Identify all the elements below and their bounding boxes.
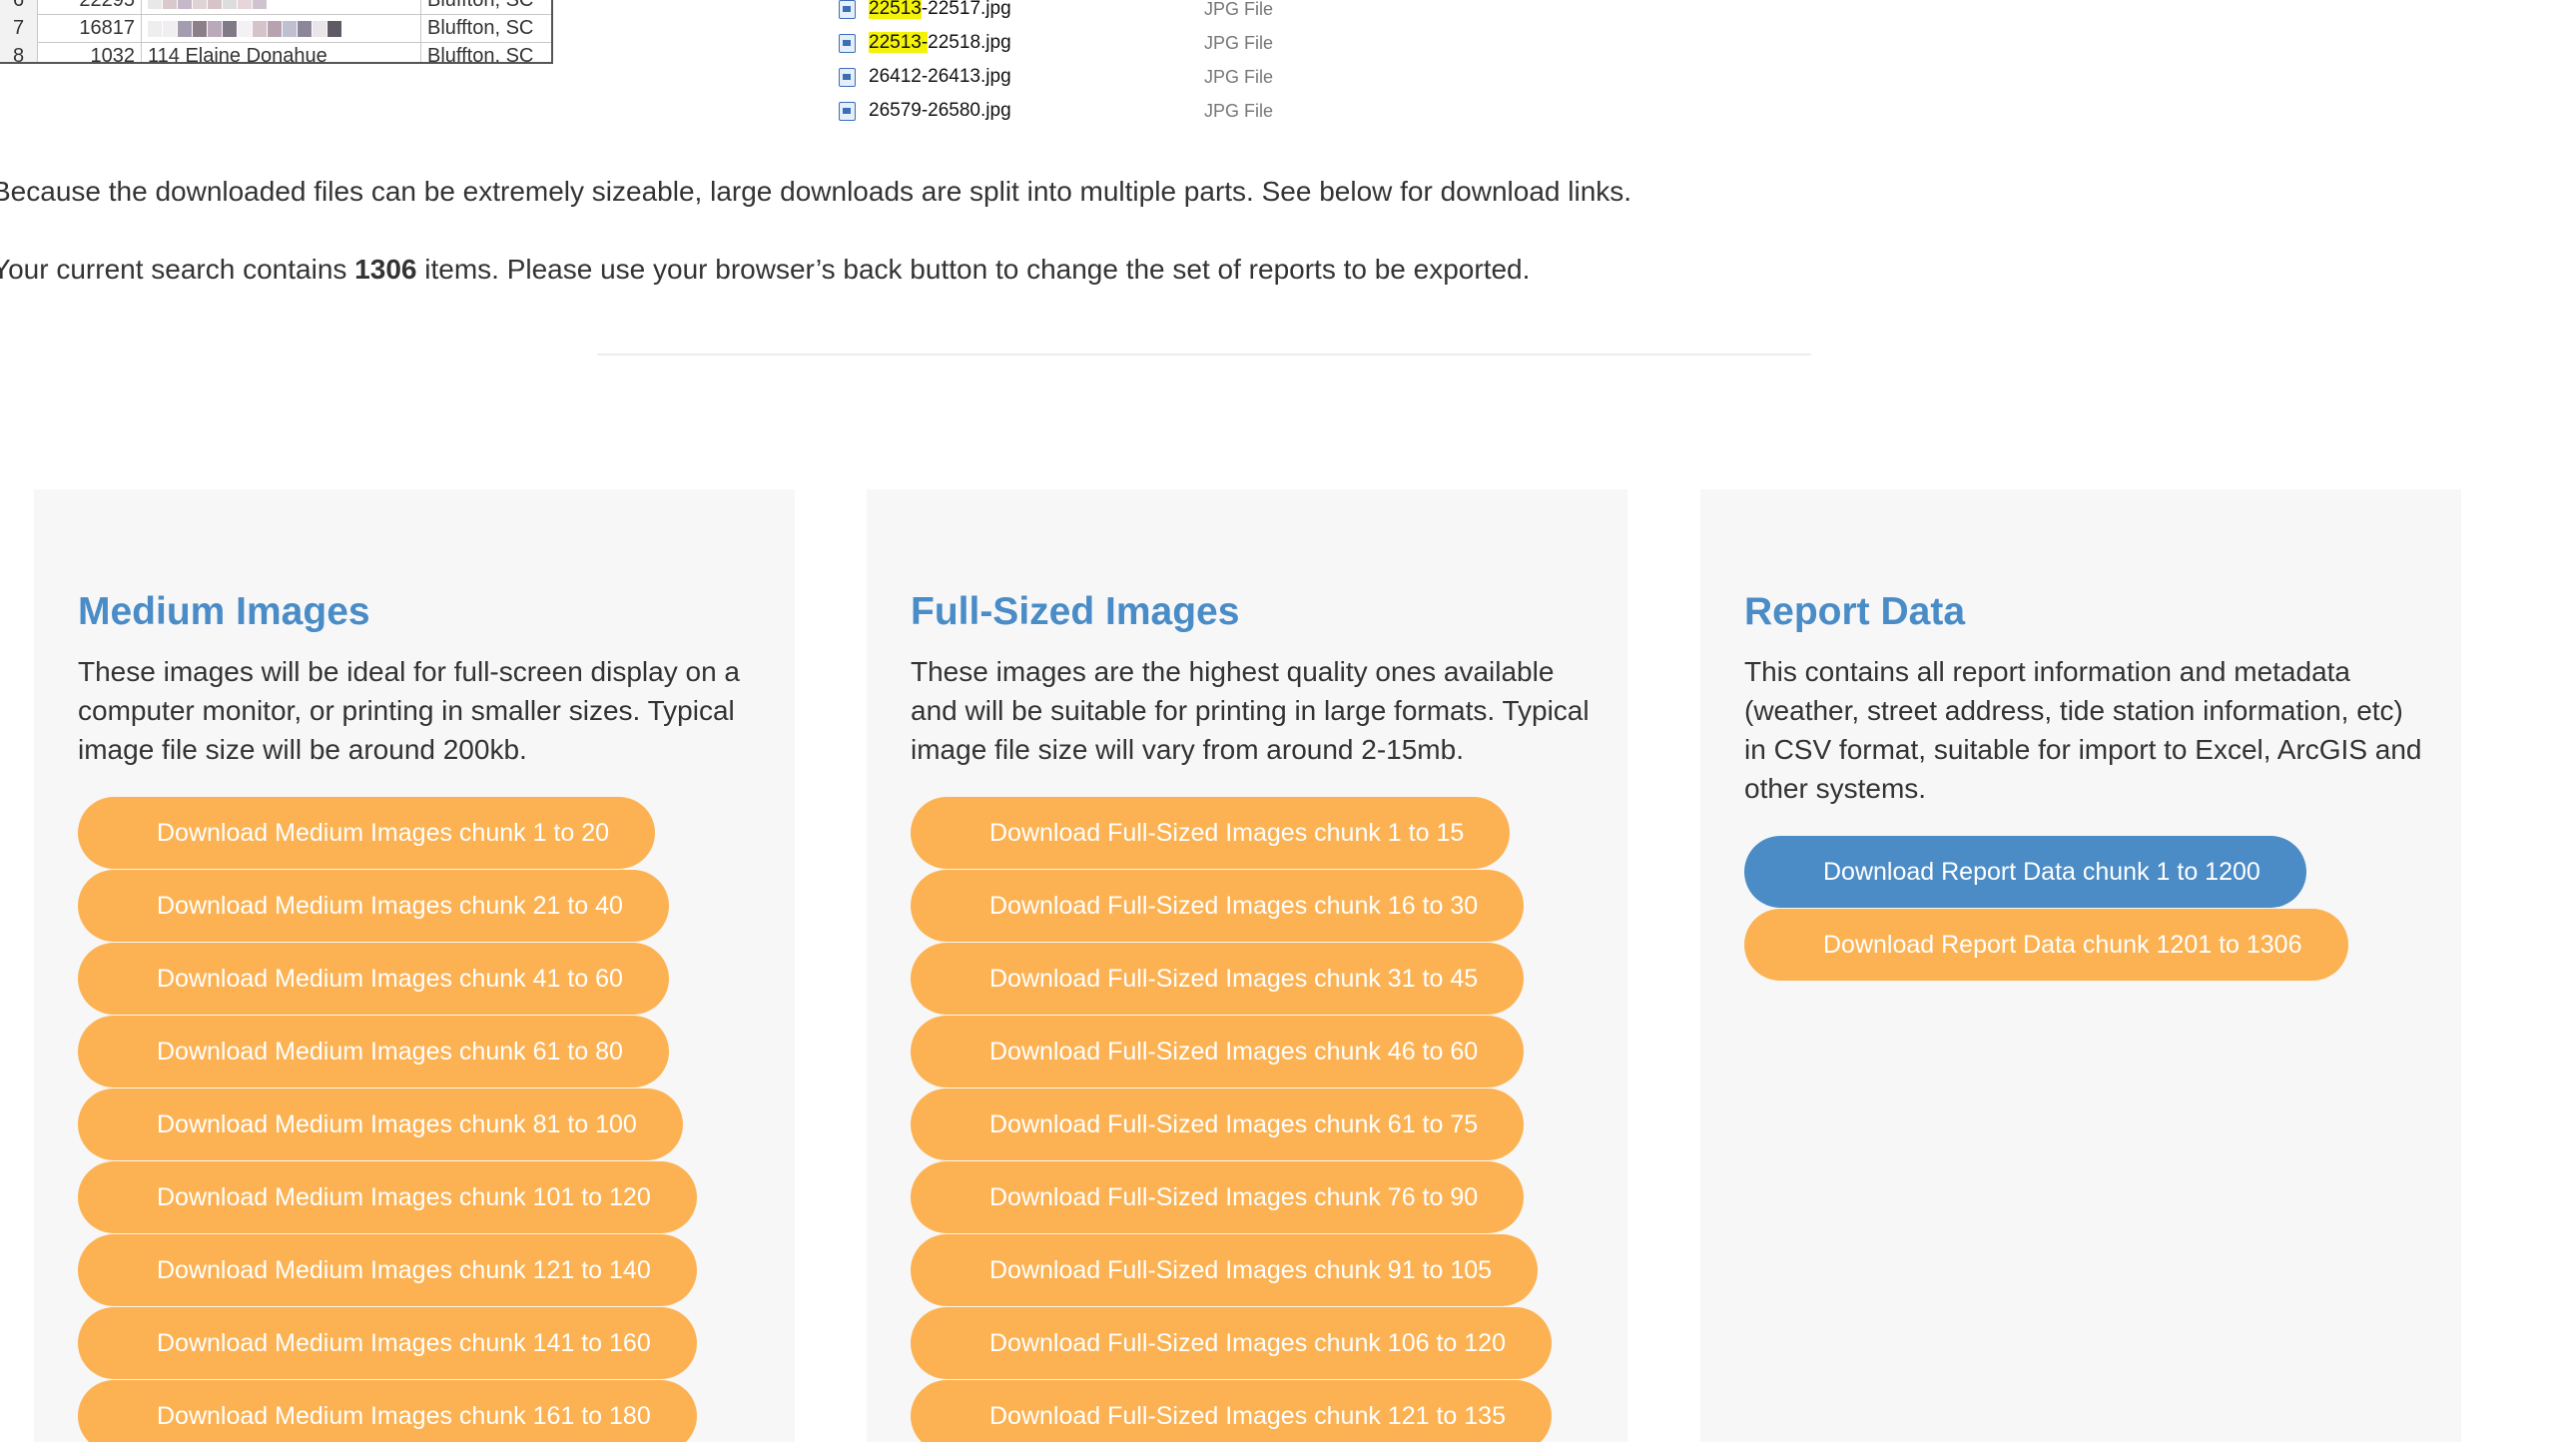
download-full-size-button[interactable]: Download Full-Sized Images chunk 16 to 3… bbox=[911, 869, 1525, 942]
download-medium-button[interactable]: Download Medium Images chunk 21 to 40 bbox=[78, 869, 669, 942]
download-medium-button[interactable]: Download Medium Images chunk 101 to 120 bbox=[78, 1160, 697, 1233]
redacted-address-cell bbox=[142, 14, 421, 42]
file-row: 22513-22518.jpg JPG File bbox=[835, 26, 1294, 60]
file-name: 22513-22517.jpg bbox=[869, 0, 1011, 19]
image-file-icon bbox=[839, 34, 856, 53]
file-row: 26579-26580.jpg JPG File bbox=[835, 94, 1294, 128]
download-medium-button[interactable]: Download Medium Images chunk 81 to 100 bbox=[78, 1087, 683, 1160]
card-description: These images will be ideal for full-scre… bbox=[78, 655, 740, 765]
download-full-size-button[interactable]: Download Full-Sized Images chunk 121 to … bbox=[911, 1379, 1552, 1442]
divider bbox=[597, 354, 1811, 356]
medium-images-card: Medium Images These images will be ideal… bbox=[34, 489, 795, 1442]
spreadsheet-preview: 6 22295 Bluffton, SC 7 16817 Bluffton, S… bbox=[0, 0, 553, 64]
row-number: 8 bbox=[0, 42, 38, 62]
sheet-row: 6 22295 Bluffton, SC bbox=[0, 0, 551, 15]
download-medium-button[interactable]: Download Medium Images chunk 1 to 20 bbox=[78, 796, 656, 869]
file-list-preview: 22513-22517.jpg JPG File 22513-22518.jpg… bbox=[835, 0, 1294, 128]
full-sized-images-card: Full-Sized Images These images are the h… bbox=[867, 489, 1627, 1442]
card-title: Report Data bbox=[1744, 590, 1966, 633]
redacted-blocks bbox=[148, 15, 342, 42]
card-title: Full-Sized Images bbox=[911, 590, 1240, 633]
download-medium-button[interactable]: Download Medium Images chunk 141 to 160 bbox=[78, 1306, 697, 1379]
file-type: JPG File bbox=[1204, 67, 1274, 87]
file-name: 22513-22518.jpg bbox=[869, 32, 1011, 53]
download-full-size-button[interactable]: Download Full-Sized Images chunk 46 to 6… bbox=[911, 1015, 1525, 1087]
sheet-row: 8 1032 114 Elaine Donahue Bluffton, SC bbox=[0, 42, 551, 64]
id-cell: 16817 bbox=[38, 14, 142, 42]
page: 6 22295 Bluffton, SC 7 16817 Bluffton, S… bbox=[0, 0, 2576, 1442]
city-cell: Bluffton, SC bbox=[427, 45, 534, 64]
redacted-address-cell bbox=[142, 0, 421, 14]
search-count-notice: Your current search contains 1306 items.… bbox=[0, 254, 1531, 285]
download-medium-button[interactable]: Download Medium Images chunk 161 to 180 bbox=[78, 1379, 697, 1442]
row-number: 6 bbox=[0, 0, 38, 14]
download-full-size-button[interactable]: Download Full-Sized Images chunk 31 to 4… bbox=[911, 942, 1525, 1015]
download-full-size-button[interactable]: Download Full-Sized Images chunk 61 to 7… bbox=[911, 1087, 1525, 1160]
redacted-blocks bbox=[148, 0, 268, 14]
file-row: 26412-26413.jpg JPG File bbox=[835, 60, 1294, 94]
download-report-button[interactable]: Download Report Data chunk 1201 to 1306 bbox=[1744, 908, 2348, 981]
split-download-notice: Because the downloaded files can be extr… bbox=[0, 176, 1632, 207]
file-name: 26412-26413.jpg bbox=[869, 66, 1011, 87]
file-type: JPG File bbox=[1204, 33, 1274, 53]
id-cell: 1032 bbox=[38, 42, 142, 62]
item-count: 1306 bbox=[354, 254, 417, 285]
file-type: JPG File bbox=[1204, 0, 1274, 19]
address-cell: 114 Elaine Donahue bbox=[142, 42, 421, 62]
download-medium-button[interactable]: Download Medium Images chunk 61 to 80 bbox=[78, 1015, 669, 1087]
download-medium-button[interactable]: Download Medium Images chunk 121 to 140 bbox=[78, 1233, 697, 1306]
image-file-icon bbox=[839, 102, 856, 121]
image-file-icon bbox=[839, 0, 856, 19]
row-number: 7 bbox=[0, 14, 38, 42]
download-full-size-button[interactable]: Download Full-Sized Images chunk 76 to 9… bbox=[911, 1160, 1525, 1233]
download-full-size-button[interactable]: Download Full-Sized Images chunk 1 to 15 bbox=[911, 796, 1511, 869]
card-description: These images are the highest quality one… bbox=[911, 655, 1590, 765]
card-description: This contains all report information and… bbox=[1744, 655, 2422, 804]
file-type: JPG File bbox=[1204, 101, 1274, 121]
city-cell: Bluffton, SC bbox=[427, 0, 534, 11]
download-report-button[interactable]: Download Report Data chunk 1 to 1200 bbox=[1744, 835, 2306, 908]
file-name: 26579-26580.jpg bbox=[869, 100, 1011, 121]
sheet-row: 7 16817 Bluffton, SC bbox=[0, 14, 551, 43]
image-file-icon bbox=[839, 68, 856, 87]
download-full-size-button[interactable]: Download Full-Sized Images chunk 91 to 1… bbox=[911, 1233, 1539, 1306]
card-title: Medium Images bbox=[78, 590, 370, 633]
file-row: 22513-22517.jpg JPG File bbox=[835, 0, 1294, 26]
download-medium-button[interactable]: Download Medium Images chunk 41 to 60 bbox=[78, 942, 669, 1015]
report-data-card: Report Data This contains all report inf… bbox=[1700, 489, 2461, 1442]
city-cell: Bluffton, SC bbox=[427, 17, 534, 39]
id-cell: 22295 bbox=[38, 0, 142, 14]
download-full-size-button[interactable]: Download Full-Sized Images chunk 106 to … bbox=[911, 1306, 1552, 1379]
